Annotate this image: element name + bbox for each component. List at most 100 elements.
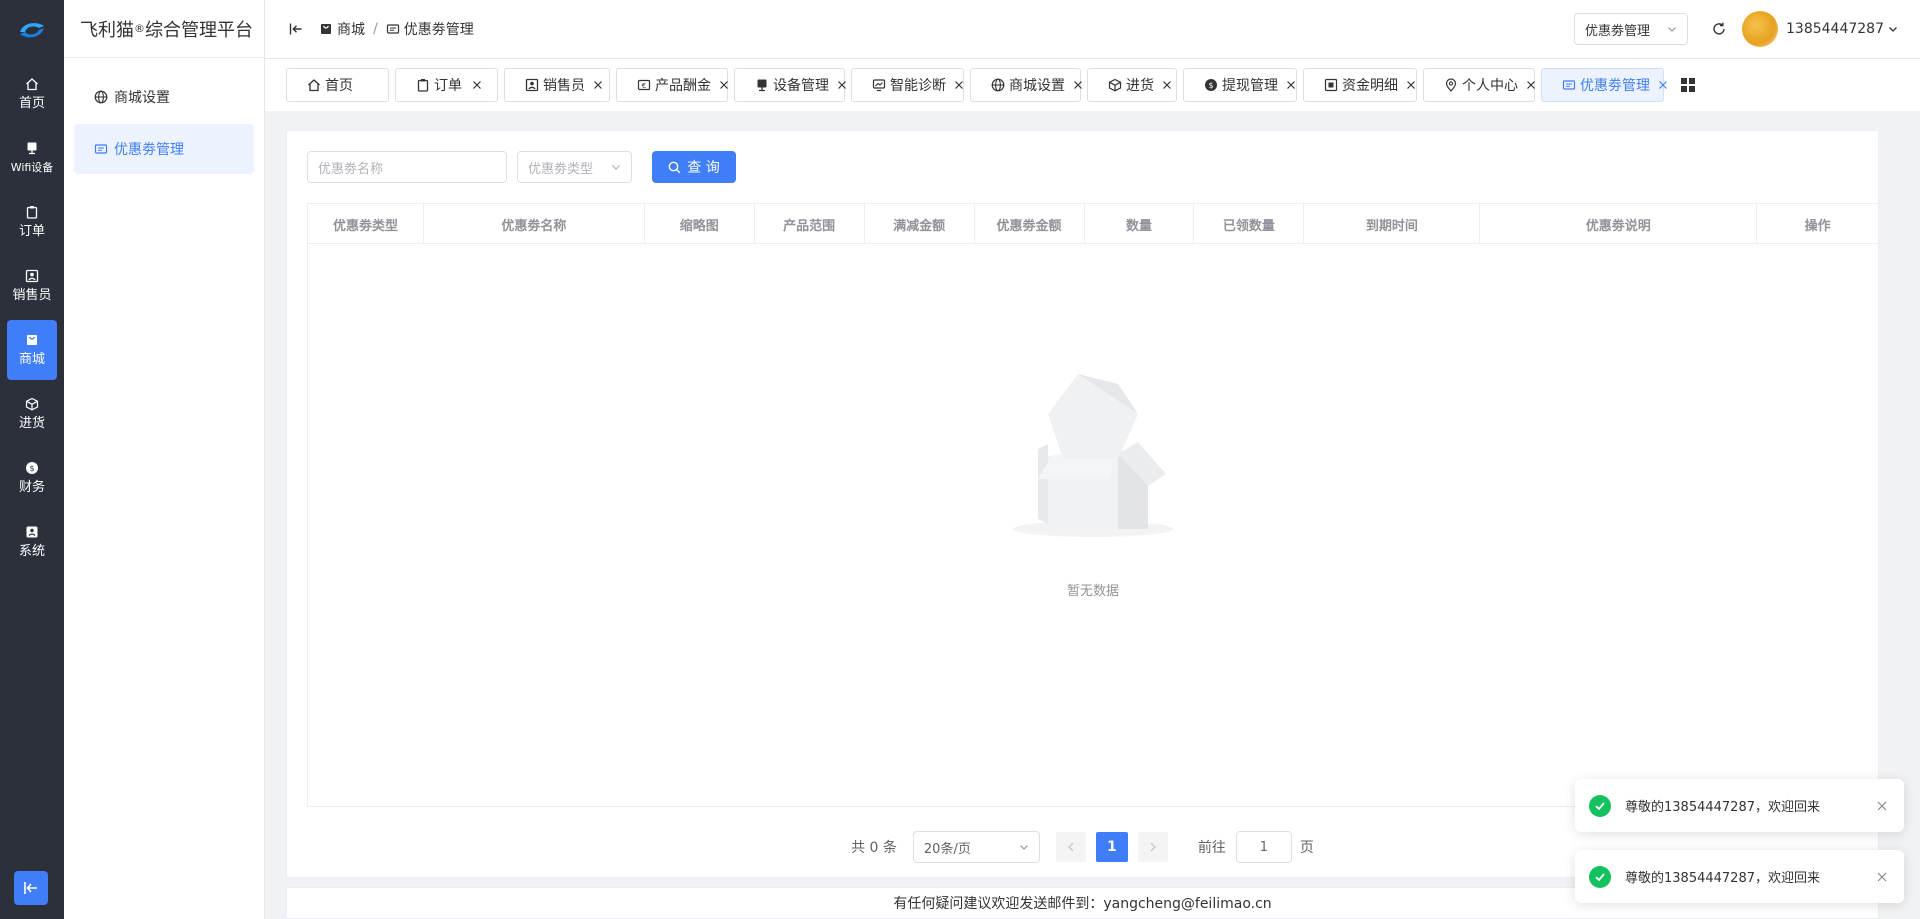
brand-mark: ® — [134, 22, 145, 35]
rail-item-5[interactable]: 进货 — [7, 384, 57, 444]
column-header: 优惠劵名称 — [424, 204, 645, 244]
prev-page-button[interactable] — [1055, 832, 1086, 862]
footer-text: 有任何疑问建议欢迎发送邮件到：yangcheng@feilimao.cn — [893, 896, 1272, 912]
toast-message: 尊敬的13854447287，欢迎回来 — [1625, 800, 1820, 815]
rail-item-0[interactable]: 首页 — [7, 64, 57, 124]
toast-notification: 尊敬的13854447287，欢迎回来 — [1575, 850, 1904, 903]
rail-item-label: 财务 — [18, 480, 45, 495]
close-icon[interactable] — [1526, 78, 1536, 92]
coupon-type-select[interactable]: 优惠劵类型 — [517, 151, 632, 183]
svg-text:€: € — [642, 82, 646, 90]
money-icon: € — [637, 78, 651, 92]
refresh-icon[interactable] — [1704, 14, 1734, 44]
tab-1[interactable]: 订单 — [395, 68, 498, 102]
tab-8[interactable]: $ 提现管理 — [1183, 68, 1297, 102]
tab-2[interactable]: 销售员 — [504, 68, 610, 102]
brand-name: 飞利猫 — [80, 19, 134, 41]
clipboard-icon — [416, 78, 430, 92]
breadcrumb-separator: / — [373, 21, 378, 37]
filter-bar: 优惠劵名称 优惠劵类型 查 询 — [307, 151, 736, 183]
close-icon[interactable] — [1162, 78, 1172, 92]
page-number-button[interactable]: 1 — [1095, 832, 1128, 862]
breadcrumb-item-shop[interactable]: 商城 — [319, 19, 365, 39]
tab-label: 进货 — [1126, 78, 1154, 94]
rail-item-3[interactable]: 销售员 — [7, 256, 57, 316]
coupon-name-input[interactable]: 优惠劵名称 — [307, 151, 507, 183]
tab-11[interactable]: 优惠劵管理 — [1541, 68, 1667, 102]
close-icon[interactable] — [1874, 798, 1890, 814]
tab-label: 提现管理 — [1222, 78, 1278, 94]
tab-10[interactable]: 个人中心 — [1423, 68, 1535, 102]
brand-logo-icon[interactable] — [0, 0, 64, 60]
tab-label: 智能诊断 — [890, 78, 946, 94]
column-header: 操作 — [1804, 218, 1831, 234]
brand-suffix: 综合管理平台 — [145, 19, 253, 41]
tab-label: 资金明细 — [1342, 78, 1398, 94]
page-select[interactable]: 优惠劵管理 — [1574, 13, 1689, 45]
chevron-right-icon — [1150, 842, 1156, 852]
rail-item-1[interactable]: Wifi设备 — [7, 128, 57, 188]
tab-0[interactable]: 首页 — [286, 68, 389, 102]
user-menu[interactable]: 13854447287 — [1786, 21, 1898, 37]
close-icon[interactable] — [593, 78, 603, 92]
collapse-left-icon[interactable] — [14, 871, 48, 905]
user-card-icon — [24, 268, 40, 284]
page-size-value: 20条/页 — [923, 841, 971, 857]
column-header: 优惠劵说明 — [1480, 204, 1758, 244]
globe-icon — [991, 78, 1005, 92]
side-menu-item-1[interactable]: 优惠劵管理 — [74, 124, 254, 174]
monitor-icon — [872, 78, 886, 92]
tab-3[interactable]: € 产品酬金 — [616, 68, 728, 102]
column-header: 缩略图 — [645, 204, 755, 244]
close-icon[interactable] — [470, 78, 484, 92]
grid-menu-icon[interactable] — [1678, 75, 1698, 95]
close-icon[interactable] — [1658, 78, 1668, 92]
goto-page-input[interactable]: 1 — [1235, 831, 1292, 863]
table-header: 优惠劵类型 优惠劵名称 缩略图 产品范围 满减金额 优惠劵金额 数量 已领数量 到期时间 优惠劵说… — [308, 204, 1878, 244]
fold-sidebar-icon[interactable] — [287, 20, 305, 38]
side-menu-item-0[interactable]: 商城设置 — [74, 72, 254, 122]
rail-item-4[interactable]: 商城 — [7, 320, 57, 380]
close-icon[interactable] — [1406, 78, 1416, 92]
page-size-select[interactable]: 20条/页 — [912, 831, 1040, 863]
tab-9[interactable]: 资金明细 — [1303, 68, 1417, 102]
query-button[interactable]: 查 询 — [652, 151, 736, 183]
coupon-name-placeholder: 优惠劵名称 — [318, 161, 384, 177]
tab-label: 订单 — [434, 78, 462, 94]
success-icon — [1589, 865, 1611, 888]
avatar[interactable] — [1742, 11, 1779, 47]
tab-7[interactable]: 进货 — [1087, 68, 1177, 102]
goto-label: 前往 — [1197, 840, 1226, 856]
empty-text: 暂无数据 — [1066, 584, 1119, 599]
user-card-icon — [525, 78, 539, 92]
close-icon[interactable] — [1874, 869, 1890, 885]
next-page-button[interactable] — [1137, 832, 1168, 862]
rail-item-7[interactable]: 系统 — [7, 512, 57, 572]
content-card: 优惠劵名称 优惠劵类型 查 询 优惠劵类型 优惠劵名称 缩略图 产品范围 满减金额 优惠劵… — [286, 130, 1879, 878]
close-icon[interactable] — [1073, 78, 1083, 92]
tab-label: 商城设置 — [1009, 78, 1065, 94]
tab-4[interactable]: 设备管理 — [734, 68, 847, 102]
clipboard-icon — [24, 204, 40, 220]
chevron-down-icon — [1889, 27, 1897, 32]
shop-icon — [24, 332, 40, 348]
close-icon[interactable] — [719, 78, 729, 92]
rail-item-6[interactable]: $ 财务 — [7, 448, 57, 508]
system-icon — [24, 524, 40, 540]
close-icon[interactable] — [954, 78, 964, 92]
rail-item-label: 商城 — [18, 352, 45, 367]
device-icon — [24, 140, 40, 156]
close-icon[interactable] — [837, 78, 847, 92]
svg-text:$: $ — [1208, 81, 1213, 90]
success-icon — [1589, 794, 1611, 817]
tab-6[interactable]: 商城设置 — [970, 68, 1083, 102]
tab-label: 个人中心 — [1462, 78, 1518, 94]
close-icon[interactable] — [1286, 78, 1296, 92]
tab-5[interactable]: 智能诊断 — [851, 68, 964, 102]
toast-message: 尊敬的13854447287，欢迎回来 — [1625, 871, 1820, 886]
page-unit-label: 页 — [1299, 840, 1314, 856]
coupon-type-placeholder: 优惠劵类型 — [528, 161, 594, 177]
coin-icon: $ — [24, 460, 40, 476]
rail-item-2[interactable]: 订单 — [7, 192, 57, 252]
tab-label: 设备管理 — [773, 78, 829, 94]
